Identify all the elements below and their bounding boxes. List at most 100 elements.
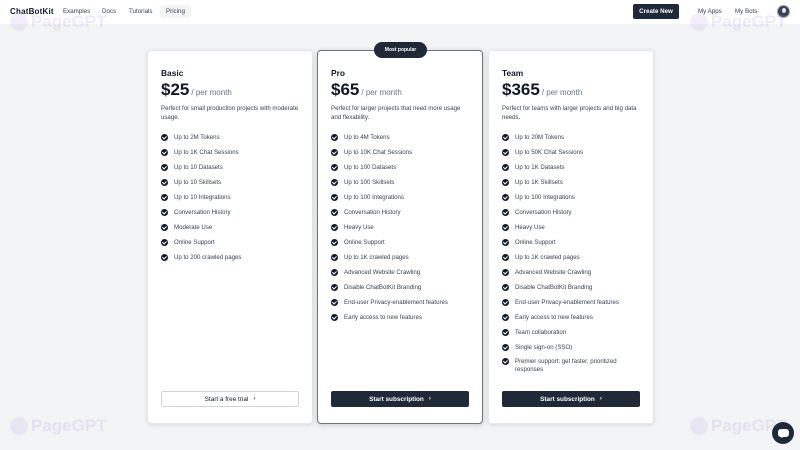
cta-label: Start subscription xyxy=(540,395,595,403)
chat-widget-button[interactable] xyxy=(772,422,794,444)
feature-item: Up to 50K Chat Sessions xyxy=(502,145,625,160)
watermark-logo: PageGPT xyxy=(690,12,787,32)
create-new-button[interactable]: Create New xyxy=(633,4,679,19)
plan-card-team: Team $365 / per month Perfect for teams … xyxy=(488,50,654,424)
feature-item: Conversation History xyxy=(161,205,241,220)
feature-item: Up to 4M Tokens xyxy=(331,130,448,145)
check-circle-icon xyxy=(502,254,509,261)
feature-item: Conversation History xyxy=(331,205,448,220)
check-circle-icon xyxy=(331,269,338,276)
feature-item: Up to 1K crawled pages xyxy=(331,250,448,265)
check-circle-icon xyxy=(502,179,509,186)
check-circle-icon xyxy=(161,224,168,231)
check-circle-icon xyxy=(502,344,509,351)
check-circle-icon xyxy=(502,358,509,365)
check-circle-icon xyxy=(502,164,509,171)
plan-price: $65 xyxy=(331,80,360,99)
feature-item: Single sign-on (SSO) xyxy=(502,340,625,355)
feature-item: Disable ChatBotKit Branding xyxy=(331,280,448,295)
feature-list: Up to 20M Tokens Up to 50K Chat Sessions… xyxy=(502,130,625,375)
check-circle-icon xyxy=(331,194,338,201)
price-row: $65 / per month xyxy=(331,80,402,100)
nav-link-tutorials[interactable]: Tutorials xyxy=(129,8,153,15)
chevron-right-icon: › xyxy=(599,396,602,402)
feature-item: Up to 10K Chat Sessions xyxy=(331,145,448,160)
feature-item: Up to 10 Integrations xyxy=(161,190,241,205)
check-circle-icon xyxy=(161,179,168,186)
cta-label: Start a free trial xyxy=(204,395,249,403)
feature-item: Up to 20M Tokens xyxy=(502,130,625,145)
check-circle-icon xyxy=(331,224,338,231)
check-circle-icon xyxy=(331,314,338,321)
check-circle-icon xyxy=(331,149,338,156)
plan-price: $365 xyxy=(502,80,540,99)
feature-item: Heavy Use xyxy=(331,220,448,235)
check-circle-icon xyxy=(331,134,338,141)
check-circle-icon xyxy=(331,209,338,216)
feature-item: Heavy Use xyxy=(502,220,625,235)
feature-item: Early access to new features xyxy=(502,310,625,325)
check-circle-icon xyxy=(502,269,509,276)
chevron-right-icon: › xyxy=(253,396,256,402)
feature-item: Up to 100 Integrations xyxy=(331,190,448,205)
price-period: / per month xyxy=(541,88,583,97)
feature-item: Up to 100 Skillsets xyxy=(331,175,448,190)
feature-item: Disable ChatBotKit Branding xyxy=(502,280,625,295)
plan-card-pro: Pro $65 / per month Perfect for larger p… xyxy=(317,50,483,424)
price-row: $365 / per month xyxy=(502,80,582,100)
plan-name: Team xyxy=(502,68,524,78)
start-subscription-button[interactable]: Start subscription › xyxy=(502,391,640,407)
start-subscription-button[interactable]: Start subscription › xyxy=(331,391,469,407)
watermark-logo: PageGPT xyxy=(10,12,107,32)
feature-item: End-user Privacy-enablement features xyxy=(502,295,625,310)
plan-description: Perfect for small production projects wi… xyxy=(161,105,299,121)
chat-bubble-icon xyxy=(777,429,789,438)
feature-item: End-user Privacy-enablement features xyxy=(331,295,448,310)
check-circle-icon xyxy=(331,299,338,306)
check-circle-icon xyxy=(331,239,338,246)
plan-name: Pro xyxy=(331,68,345,78)
check-circle-icon xyxy=(161,164,168,171)
feature-item: Up to 100 Integrations xyxy=(502,190,625,205)
plan-name: Basic xyxy=(161,68,184,78)
nav-link-pricing[interactable]: Pricing xyxy=(160,5,191,18)
feature-list: Up to 2M Tokens Up to 1K Chat Sessions U… xyxy=(161,130,241,265)
feature-item: Online Support xyxy=(161,235,241,250)
price-period: / per month xyxy=(361,88,402,97)
check-circle-icon xyxy=(502,329,509,336)
check-circle-icon xyxy=(502,314,509,321)
check-circle-icon xyxy=(502,194,509,201)
check-circle-icon xyxy=(161,194,168,201)
feature-item: Team collaboration xyxy=(502,325,625,340)
plan-price: $25 xyxy=(161,80,190,99)
feature-item: Up to 1K Skillsets xyxy=(502,175,625,190)
most-popular-badge: Most popular xyxy=(374,42,427,58)
feature-item: Up to 1K Datasets xyxy=(502,160,625,175)
price-period: / per month xyxy=(191,88,232,97)
check-circle-icon xyxy=(502,284,509,291)
check-circle-icon xyxy=(502,209,509,216)
feature-item: Conversation History xyxy=(502,205,625,220)
check-circle-icon xyxy=(161,209,168,216)
feature-item: Online Support xyxy=(331,235,448,250)
check-circle-icon xyxy=(331,284,338,291)
check-circle-icon xyxy=(161,254,168,261)
feature-item: Advanced Website Crawling xyxy=(502,265,625,280)
check-circle-icon xyxy=(331,254,338,261)
check-circle-icon xyxy=(161,239,168,246)
feature-item: Premier support: get faster, prioritized… xyxy=(502,355,625,375)
feature-item: Up to 100 Datasets xyxy=(331,160,448,175)
feature-item: Up to 1K crawled pages xyxy=(502,250,625,265)
feature-item: Advanced Website Crawling xyxy=(331,265,448,280)
check-circle-icon xyxy=(502,224,509,231)
feature-item: Up to 2M Tokens xyxy=(161,130,241,145)
plan-card-basic: Basic $25 / per month Perfect for small … xyxy=(147,50,313,424)
feature-item: Early access to new features xyxy=(331,310,448,325)
check-circle-icon xyxy=(502,134,509,141)
top-navbar: ChatBotKit Examples Docs Tutorials Prici… xyxy=(0,0,800,24)
check-circle-icon xyxy=(331,179,338,186)
check-circle-icon xyxy=(161,149,168,156)
start-free-trial-button[interactable]: Start a free trial › xyxy=(161,391,299,407)
check-circle-icon xyxy=(161,134,168,141)
plan-description: Perfect for larger projects that need mo… xyxy=(331,105,461,121)
